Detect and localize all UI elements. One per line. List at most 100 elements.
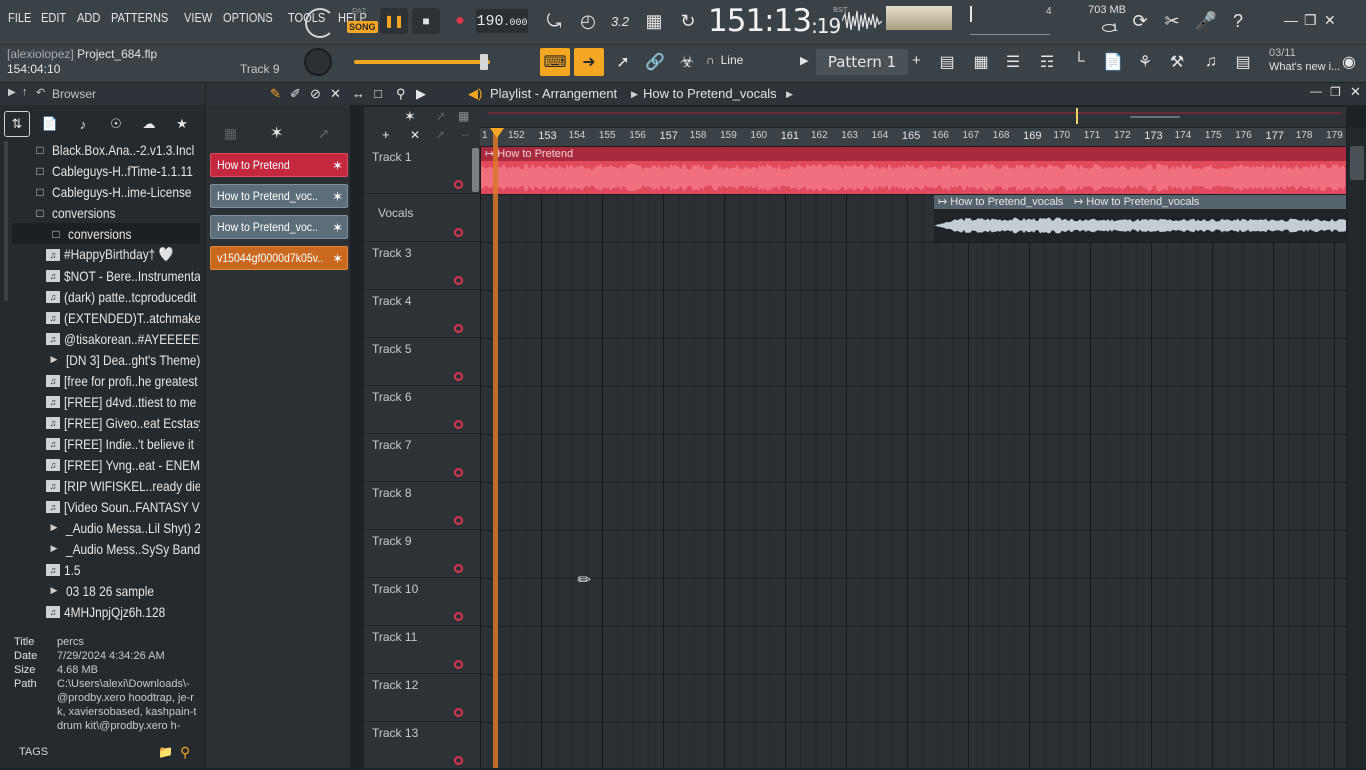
remove-track-icon[interactable]: ✕ bbox=[410, 128, 420, 142]
track-header[interactable]: Track 6 bbox=[364, 386, 480, 434]
link-icon[interactable]: 🔗 bbox=[640, 48, 670, 76]
globe-icon[interactable]: ☉ bbox=[103, 111, 129, 137]
pause-button[interactable]: ❚❚ bbox=[380, 8, 408, 34]
playhead[interactable] bbox=[493, 128, 498, 768]
file-item[interactable]: ♫ [FREE] Yvng..eat - ENEMY bbox=[12, 454, 200, 475]
playlist-icon[interactable]: ▤ bbox=[932, 48, 962, 76]
record-button[interactable]: ● bbox=[446, 8, 474, 34]
track-header[interactable]: Track 5 bbox=[364, 338, 480, 386]
countdown-icon[interactable]: 3.2 bbox=[606, 8, 634, 34]
track-mute-icon[interactable] bbox=[454, 180, 463, 189]
master-pitch-slider[interactable] bbox=[354, 60, 490, 64]
add-track-icon[interactable]: + bbox=[382, 127, 390, 142]
files-icon[interactable]: 📄 bbox=[37, 111, 63, 137]
minimize-icon[interactable]: — bbox=[1310, 84, 1322, 98]
file-item[interactable]: ♫ (EXTENDED)T..atchmaker bbox=[12, 307, 200, 328]
track-mute-icon[interactable] bbox=[454, 612, 463, 621]
folder-icon[interactable]: 📁 bbox=[158, 745, 173, 759]
audio-icon[interactable]: ✶ bbox=[404, 108, 416, 125]
up-icon[interactable]: ↑ bbox=[22, 86, 28, 98]
file-item[interactable]: ♫ [Video Soun..FANTASY VI] bbox=[12, 496, 200, 517]
file-item[interactable]: ♫ (dark) patte..tcproducedit bbox=[12, 286, 200, 307]
tempo-display[interactable]: 190.000 bbox=[476, 9, 528, 33]
playhead-marker-icon[interactable] bbox=[490, 128, 504, 138]
track-mute-icon[interactable] bbox=[454, 660, 463, 669]
add-pattern-icon[interactable]: + bbox=[912, 52, 921, 69]
zoom-icon[interactable]: ⚲ bbox=[396, 86, 406, 102]
current-pattern[interactable]: How to Pretend_vocals bbox=[643, 86, 777, 101]
piano-icon[interactable]: ▦ bbox=[458, 109, 469, 123]
loop-record-icon[interactable]: ↻ bbox=[674, 8, 702, 34]
folder-item[interactable]: □ Cableguys-H..fTime-1.1.11 bbox=[12, 160, 200, 181]
stop-button[interactable]: ■ bbox=[412, 8, 440, 34]
news-text[interactable]: What's new i... bbox=[1269, 61, 1340, 73]
track-header[interactable]: Track 12 bbox=[364, 674, 480, 722]
automation-icon[interactable]: ➚ bbox=[436, 109, 446, 123]
cloud-icon[interactable]: ☁ bbox=[136, 111, 162, 137]
track-mute-icon[interactable] bbox=[454, 324, 463, 333]
pat-song-toggle[interactable]: PAT SONG bbox=[346, 7, 378, 35]
tools-icon[interactable]: ⚒ bbox=[1162, 48, 1192, 76]
file-item[interactable]: ▶ _Audio Mess..SySy Bands bbox=[12, 538, 200, 559]
snap-select[interactable]: ∩ Line bbox=[706, 53, 743, 67]
help-icon[interactable]: ? bbox=[1224, 8, 1252, 34]
track-header[interactable]: Track 8 bbox=[364, 482, 480, 530]
track-header[interactable]: Track 9 bbox=[364, 530, 480, 578]
folder-item[interactable]: □ Cableguys-H..ime-License bbox=[12, 181, 200, 202]
link-icon[interactable]: ➚ bbox=[436, 128, 445, 141]
pitch-knob[interactable] bbox=[304, 48, 332, 76]
back-icon[interactable]: ↶ bbox=[36, 86, 45, 99]
menu-file[interactable]: FILE bbox=[8, 10, 31, 25]
track-mute-icon[interactable] bbox=[454, 756, 463, 765]
metronome-icon[interactable]: ⤿ bbox=[540, 8, 568, 34]
track-mute-icon[interactable] bbox=[454, 516, 463, 525]
speaker-icon[interactable]: ♫ bbox=[1196, 48, 1226, 76]
audio-icon[interactable]: ✶ bbox=[270, 123, 283, 143]
scroll-thumb[interactable] bbox=[1350, 146, 1364, 180]
file-item[interactable]: ▶ _Audio Messa..Lil Shyt) 2 bbox=[12, 517, 200, 538]
track-header[interactable]: Track 4 bbox=[364, 290, 480, 338]
menu-add[interactable]: ADD bbox=[77, 10, 100, 25]
minimize-icon[interactable]: — bbox=[1284, 12, 1298, 28]
news-icon[interactable]: ◉ bbox=[1342, 52, 1356, 72]
close-icon[interactable]: ✕ bbox=[1324, 12, 1336, 29]
close-icon[interactable]: ✕ bbox=[1350, 84, 1361, 100]
folder-item[interactable]: □ conversions bbox=[12, 223, 200, 244]
track-mute-icon[interactable] bbox=[454, 708, 463, 717]
master-volume-knob[interactable] bbox=[305, 8, 335, 38]
vertical-scrollbar[interactable] bbox=[1348, 128, 1366, 768]
track-header[interactable]: Track 3 bbox=[364, 242, 480, 290]
pencil-icon[interactable]: ✎ bbox=[270, 86, 281, 102]
timeline-ruler[interactable]: 1 152 153 154 155 156 157 158 159 160 161 162 163 164… bbox=[480, 128, 1346, 146]
time-display[interactable]: 151:13:19 B:S:T bbox=[708, 2, 847, 40]
audio-clip-vocals[interactable]: ↦ How to Pretend_vocals bbox=[934, 195, 1070, 242]
picker-clip[interactable]: v15044gf0000d7k05v.. ✶ bbox=[210, 246, 348, 270]
playback-icon[interactable]: ▶ bbox=[416, 86, 426, 102]
all-icon[interactable]: ⇅ bbox=[4, 111, 30, 137]
playlist-overview[interactable] bbox=[480, 107, 1346, 127]
star-icon[interactable]: ★ bbox=[169, 111, 195, 137]
audio-clip-vocals[interactable]: ↦ How to Pretend_vocals bbox=[1070, 195, 1346, 242]
track-header[interactable]: Track 13 bbox=[364, 722, 480, 770]
folder-item[interactable]: □ conversions bbox=[12, 202, 200, 223]
mixer-icon[interactable]: ☶ bbox=[1032, 48, 1062, 76]
delete-icon[interactable]: ⊘ bbox=[310, 86, 321, 102]
track-header[interactable]: Track 7 bbox=[364, 434, 480, 482]
file-item[interactable]: ♫ 4MHJnpjQjz6h.128 bbox=[12, 601, 200, 622]
file-item[interactable]: ♫ $NOT - Bere..Instrumental bbox=[12, 265, 200, 286]
file-item[interactable]: ▶ 03 18 26 sample bbox=[12, 580, 200, 601]
playlist-arrow-icon[interactable]: ◀) bbox=[468, 86, 482, 102]
track-mute-icon[interactable] bbox=[454, 468, 463, 477]
track-mute-icon[interactable] bbox=[454, 420, 463, 429]
track-mute-icon[interactable] bbox=[454, 228, 463, 237]
file-item[interactable]: ♫ [FREE] Giveo..eat Ecstasy bbox=[12, 412, 200, 433]
slide-icon[interactable]: ➚ bbox=[608, 48, 638, 76]
slip-icon[interactable]: ↔ bbox=[352, 86, 365, 101]
file-item[interactable]: ♫ [RIP WIFISKEL..ready died bbox=[12, 475, 200, 496]
file-item[interactable]: ♫ [free for profi..he greatest bbox=[12, 370, 200, 391]
track-headers-scroll[interactable] bbox=[472, 148, 479, 192]
refresh-icon[interactable]: ⟳ bbox=[1126, 8, 1154, 34]
track-mute-icon[interactable] bbox=[454, 276, 463, 285]
channel-rack-icon[interactable]: ▦ bbox=[966, 48, 996, 76]
menu-view[interactable]: VIEW bbox=[184, 10, 212, 25]
